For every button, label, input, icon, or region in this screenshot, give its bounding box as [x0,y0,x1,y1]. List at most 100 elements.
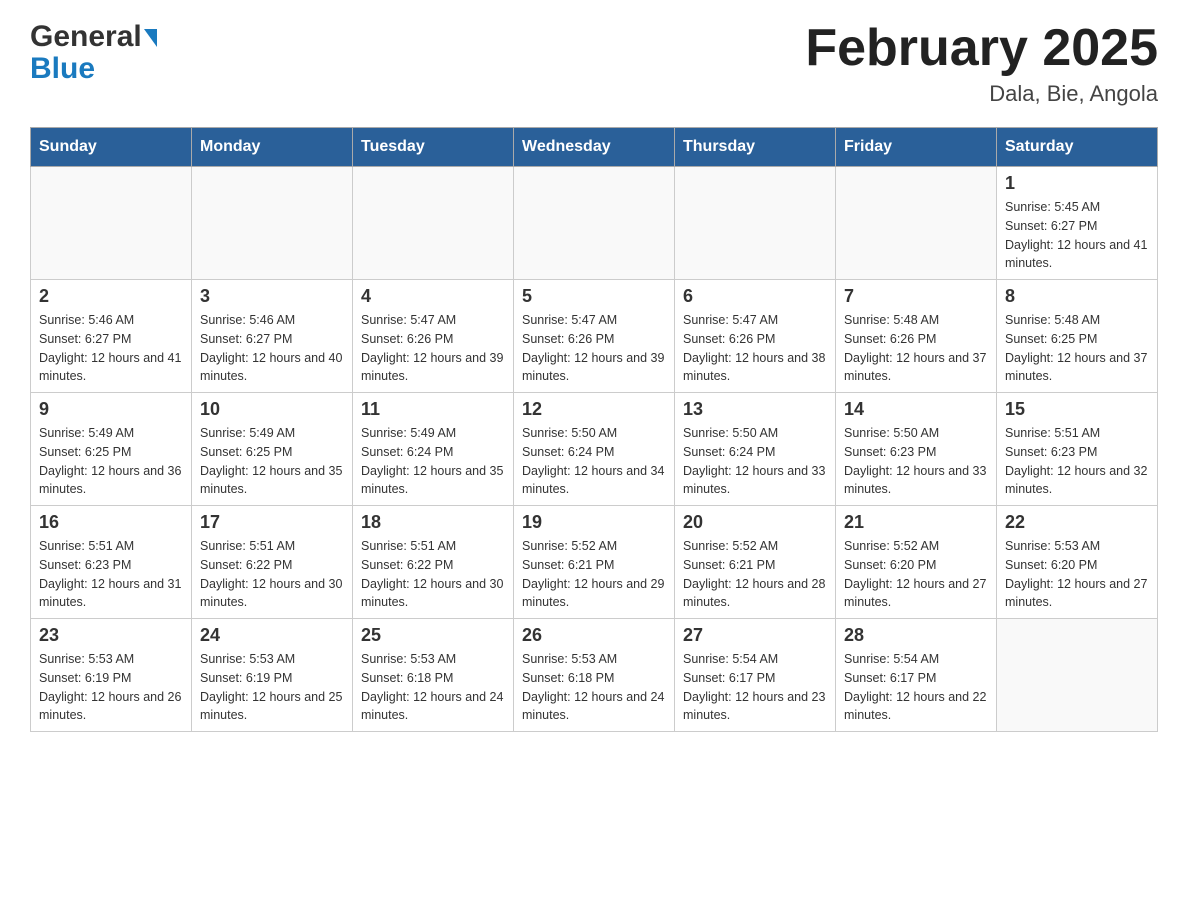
logo-general-text: General [30,20,142,54]
day-info: Sunrise: 5:50 AM Sunset: 6:23 PM Dayligh… [844,424,988,499]
calendar-cell: 21Sunrise: 5:52 AM Sunset: 6:20 PM Dayli… [836,506,997,619]
calendar-body: 1 Sunrise: 5:45 AM Sunset: 6:27 PM Daylig… [31,167,1158,732]
day-number: 6 [683,286,827,307]
day-info: Sunrise: 5:53 AM Sunset: 6:18 PM Dayligh… [522,650,666,725]
calendar-cell: 11 Sunrise: 5:49 AM Sunset: 6:24 PM Dayli… [353,393,514,506]
calendar-cell: 6 Sunrise: 5:47 AM Sunset: 6:26 PM Daylig… [675,280,836,393]
day-of-week-header: Thursday [675,128,836,167]
calendar-cell: 24 Sunrise: 5:53 AM Sunset: 6:19 PM Dayli… [192,619,353,732]
calendar-week-row: 23 Sunrise: 5:53 AM Sunset: 6:19 PM Dayli… [31,619,1158,732]
day-number: 7 [844,286,988,307]
calendar-cell: 4 Sunrise: 5:47 AM Sunset: 6:26 PM Daylig… [353,280,514,393]
calendar-week-row: 9Sunrise: 5:49 AM Sunset: 6:25 PM Daylig… [31,393,1158,506]
calendar-title: February 2025 [805,20,1158,77]
day-of-week-header: Wednesday [514,128,675,167]
day-info: Sunrise: 5:48 AM Sunset: 6:25 PM Dayligh… [1005,311,1149,386]
calendar-cell [836,167,997,280]
day-number: 16 [39,512,183,533]
calendar-cell: 27 Sunrise: 5:54 AM Sunset: 6:17 PM Dayli… [675,619,836,732]
day-number: 14 [844,399,988,420]
day-number: 22 [1005,512,1149,533]
calendar-cell: 25 Sunrise: 5:53 AM Sunset: 6:18 PM Dayli… [353,619,514,732]
day-number: 27 [683,625,827,646]
calendar-cell: 19 Sunrise: 5:52 AM Sunset: 6:21 PM Dayli… [514,506,675,619]
day-number: 17 [200,512,344,533]
day-number: 26 [522,625,666,646]
calendar-week-row: 1 Sunrise: 5:45 AM Sunset: 6:27 PM Daylig… [31,167,1158,280]
calendar-cell: 8 Sunrise: 5:48 AM Sunset: 6:25 PM Daylig… [997,280,1158,393]
day-info: Sunrise: 5:54 AM Sunset: 6:17 PM Dayligh… [844,650,988,725]
day-info: Sunrise: 5:52 AM Sunset: 6:21 PM Dayligh… [683,537,827,612]
logo: General Blue [30,20,157,86]
day-number: 19 [522,512,666,533]
day-number: 8 [1005,286,1149,307]
day-info: Sunrise: 5:53 AM Sunset: 6:18 PM Dayligh… [361,650,505,725]
calendar-cell: 15 Sunrise: 5:51 AM Sunset: 6:23 PM Dayli… [997,393,1158,506]
day-number: 18 [361,512,505,533]
day-number: 11 [361,399,505,420]
calendar-cell [31,167,192,280]
calendar-cell: 28 Sunrise: 5:54 AM Sunset: 6:17 PM Dayli… [836,619,997,732]
day-info: Sunrise: 5:46 AM Sunset: 6:27 PM Dayligh… [39,311,183,386]
day-number: 12 [522,399,666,420]
calendar-cell [997,619,1158,732]
day-info: Sunrise: 5:52 AM Sunset: 6:21 PM Dayligh… [522,537,666,612]
day-number: 25 [361,625,505,646]
calendar-cell: 1 Sunrise: 5:45 AM Sunset: 6:27 PM Daylig… [997,167,1158,280]
calendar-cell: 23 Sunrise: 5:53 AM Sunset: 6:19 PM Dayli… [31,619,192,732]
day-info: Sunrise: 5:47 AM Sunset: 6:26 PM Dayligh… [683,311,827,386]
day-info: Sunrise: 5:51 AM Sunset: 6:23 PM Dayligh… [1005,424,1149,499]
day-number: 15 [1005,399,1149,420]
title-block: February 2025 Dala, Bie, Angola [805,20,1158,107]
calendar-cell: 12Sunrise: 5:50 AM Sunset: 6:24 PM Dayli… [514,393,675,506]
day-number: 28 [844,625,988,646]
day-number: 23 [39,625,183,646]
day-of-week-header: Tuesday [353,128,514,167]
day-number: 24 [200,625,344,646]
calendar-cell [192,167,353,280]
day-number: 10 [200,399,344,420]
day-info: Sunrise: 5:47 AM Sunset: 6:26 PM Dayligh… [361,311,505,386]
calendar-cell: 16 Sunrise: 5:51 AM Sunset: 6:23 PM Dayli… [31,506,192,619]
calendar-cell: 22 Sunrise: 5:53 AM Sunset: 6:20 PM Dayli… [997,506,1158,619]
calendar-cell: 17 Sunrise: 5:51 AM Sunset: 6:22 PM Dayli… [192,506,353,619]
day-number: 2 [39,286,183,307]
day-info: Sunrise: 5:49 AM Sunset: 6:24 PM Dayligh… [361,424,505,499]
day-info: Sunrise: 5:53 AM Sunset: 6:20 PM Dayligh… [1005,537,1149,612]
day-info: Sunrise: 5:48 AM Sunset: 6:26 PM Dayligh… [844,311,988,386]
calendar-cell: 14 Sunrise: 5:50 AM Sunset: 6:23 PM Dayli… [836,393,997,506]
calendar-week-row: 2 Sunrise: 5:46 AM Sunset: 6:27 PM Daylig… [31,280,1158,393]
calendar-cell: 10Sunrise: 5:49 AM Sunset: 6:25 PM Dayli… [192,393,353,506]
day-info: Sunrise: 5:47 AM Sunset: 6:26 PM Dayligh… [522,311,666,386]
day-number: 9 [39,399,183,420]
logo-triangle-icon [144,29,157,47]
calendar-week-row: 16 Sunrise: 5:51 AM Sunset: 6:23 PM Dayli… [31,506,1158,619]
calendar-cell: 9Sunrise: 5:49 AM Sunset: 6:25 PM Daylig… [31,393,192,506]
day-number: 1 [1005,173,1149,194]
day-info: Sunrise: 5:53 AM Sunset: 6:19 PM Dayligh… [39,650,183,725]
day-info: Sunrise: 5:51 AM Sunset: 6:23 PM Dayligh… [39,537,183,612]
logo-blue-text: Blue [30,52,95,86]
day-info: Sunrise: 5:53 AM Sunset: 6:19 PM Dayligh… [200,650,344,725]
calendar-cell: 26 Sunrise: 5:53 AM Sunset: 6:18 PM Dayli… [514,619,675,732]
day-of-week-header: Saturday [997,128,1158,167]
calendar-cell [514,167,675,280]
day-header-row: SundayMondayTuesdayWednesdayThursdayFrid… [31,128,1158,167]
day-info: Sunrise: 5:51 AM Sunset: 6:22 PM Dayligh… [200,537,344,612]
day-number: 4 [361,286,505,307]
calendar-cell: 18Sunrise: 5:51 AM Sunset: 6:22 PM Dayli… [353,506,514,619]
day-info: Sunrise: 5:45 AM Sunset: 6:27 PM Dayligh… [1005,198,1149,273]
calendar-cell [675,167,836,280]
day-of-week-header: Friday [836,128,997,167]
page-header: General Blue February 2025 Dala, Bie, An… [30,20,1158,107]
day-number: 13 [683,399,827,420]
calendar-cell: 5 Sunrise: 5:47 AM Sunset: 6:26 PM Daylig… [514,280,675,393]
calendar-cell: 7 Sunrise: 5:48 AM Sunset: 6:26 PM Daylig… [836,280,997,393]
day-of-week-header: Monday [192,128,353,167]
day-of-week-header: Sunday [31,128,192,167]
day-info: Sunrise: 5:52 AM Sunset: 6:20 PM Dayligh… [844,537,988,612]
calendar-header: SundayMondayTuesdayWednesdayThursdayFrid… [31,128,1158,167]
day-info: Sunrise: 5:54 AM Sunset: 6:17 PM Dayligh… [683,650,827,725]
calendar-cell [353,167,514,280]
day-number: 5 [522,286,666,307]
